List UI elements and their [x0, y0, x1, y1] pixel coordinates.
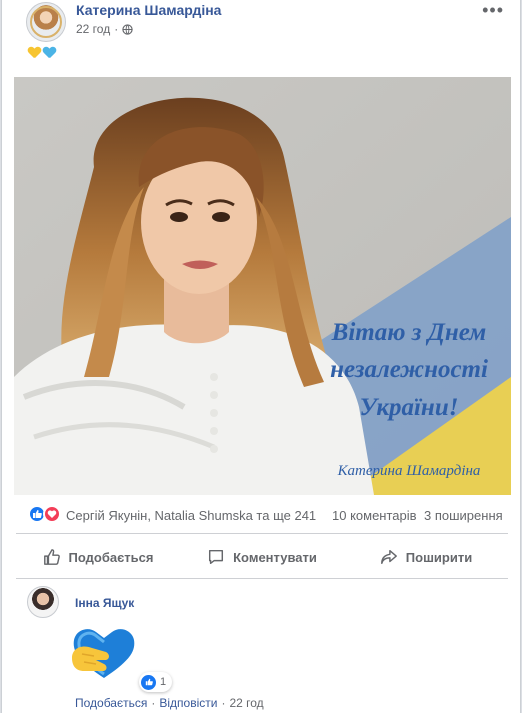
blue-heart-icon [43, 47, 56, 59]
globe-icon [122, 23, 133, 35]
author-name[interactable]: Катерина Шамардіна [76, 2, 221, 18]
post-photo-art: Вітаю з Днем незалежності України! Катер… [14, 77, 511, 495]
comment-separator: · [221, 696, 226, 710]
post-time[interactable]: 22 год [76, 22, 110, 36]
share-icon [380, 549, 397, 565]
comment-actions: Подобається · Відповісти · 22 год [75, 696, 264, 710]
thumbs-up-icon [43, 549, 60, 565]
author-avatar[interactable] [26, 2, 66, 42]
heart-hand-sticker-icon[interactable] [70, 624, 138, 682]
comments-count[interactable]: 10 коментарів [332, 508, 417, 523]
like-reaction-icon [141, 674, 156, 690]
comment-like-link[interactable]: Подобається [75, 696, 147, 710]
caption-line-3: України! [360, 394, 459, 421]
post-header: Катерина Шамардіна 22 год · ••• [2, 0, 520, 72]
like-label: Подобається [68, 549, 154, 565]
caption-line-1: Вітаю з Днем [331, 319, 487, 346]
meta-separator: · [114, 22, 119, 36]
comment-button[interactable]: Коментувати [180, 538, 344, 576]
comment-reply-link[interactable]: Відповісти [159, 696, 217, 710]
comment-reaction-count: 1 [160, 676, 167, 688]
post-card: Катерина Шамардіна 22 год · ••• Вітаю з … [1, 0, 521, 713]
comment-separator: · [151, 696, 156, 710]
more-options-icon[interactable]: ••• [482, 0, 504, 21]
love-reaction-icon [43, 505, 61, 523]
reaction-icons[interactable] [28, 505, 61, 523]
commenter-avatar[interactable] [27, 586, 59, 618]
divider [16, 533, 508, 534]
post-stats: Сергій Якунін, Natalia Shumska та ще 241… [2, 500, 520, 530]
share-button[interactable]: Поширити [344, 538, 508, 576]
reaction-names[interactable]: Сергій Якунін, Natalia Shumska та ще 241 [66, 508, 316, 523]
yellow-heart-icon [28, 47, 41, 59]
post-meta: 22 год · [76, 22, 133, 36]
caption-line-2: незалежності [330, 356, 488, 383]
shares-count[interactable]: 3 поширення [424, 508, 503, 523]
action-bar: Подобається Коментувати Поширити [16, 538, 508, 576]
comment-time[interactable]: 22 год [229, 696, 263, 710]
like-button[interactable]: Подобається [16, 538, 180, 576]
post-text [28, 46, 58, 63]
commenter-name[interactable]: Інна Ящук [75, 596, 134, 610]
share-label: Поширити [405, 549, 473, 565]
comment-reaction-badge[interactable]: 1 [139, 672, 173, 692]
caption-signature: Катерина Шамардіна [337, 463, 481, 479]
comment-icon [209, 549, 224, 565]
comment-label: Коментувати [233, 549, 317, 565]
post-photo[interactable]: Вітаю з Днем незалежності України! Катер… [14, 77, 511, 495]
divider [16, 578, 508, 579]
